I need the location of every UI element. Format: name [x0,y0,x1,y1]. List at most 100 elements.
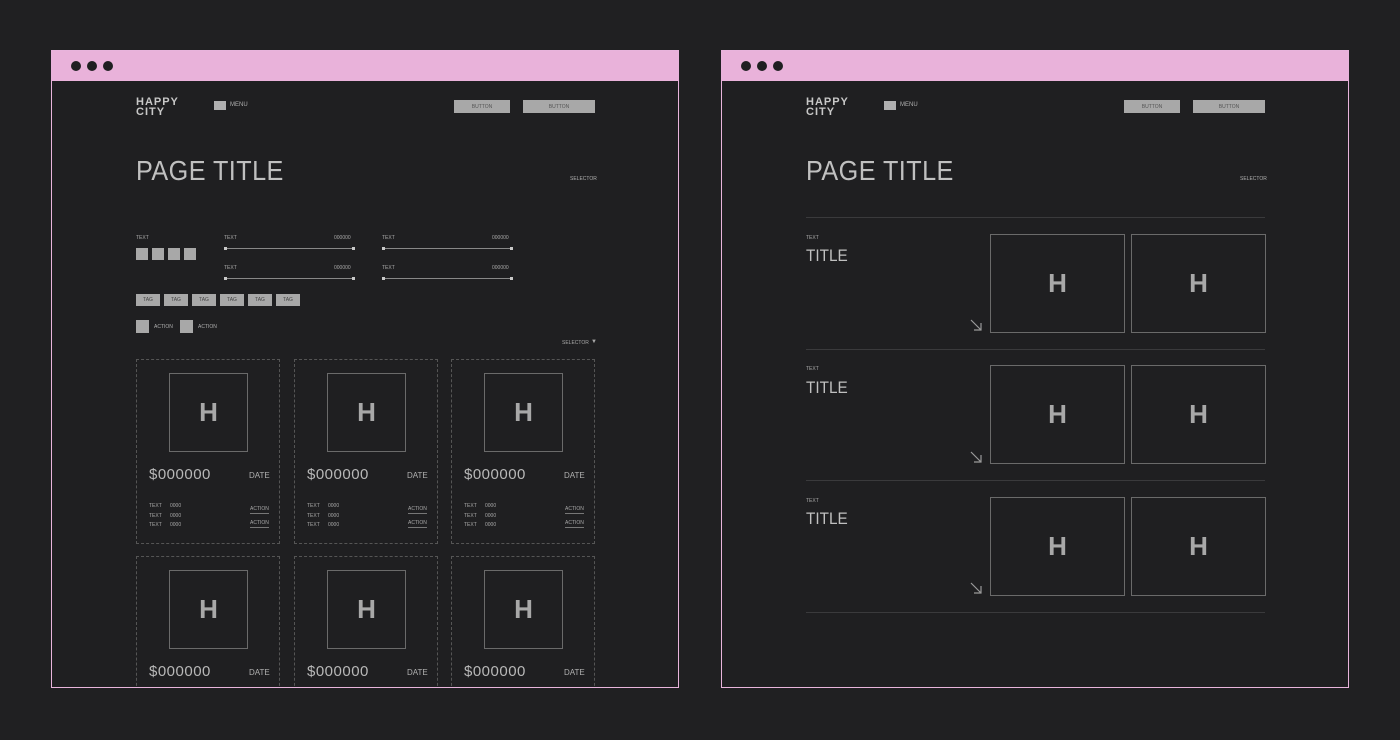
listing-card[interactable]: H $000000 DATE TEXT 0000 TEXT 0000 TEXT … [136,359,280,544]
tag-chip[interactable]: TAG [248,294,272,306]
card-action-link[interactable]: ACTION [408,520,427,528]
tag-chip[interactable]: TAG [136,294,160,306]
row-value: 0000 [485,513,497,519]
image-placeholder: H [327,373,406,452]
window-control-dot[interactable] [71,61,81,71]
menu-label[interactable]: MENU [230,102,248,108]
action-checkbox[interactable] [136,320,149,333]
slider-handle[interactable] [352,247,355,250]
row-label: TEXT [464,503,477,509]
slider-handle[interactable] [510,247,513,250]
section-title: TITLE [806,509,848,528]
listing-card[interactable]: H $000000 DATE [294,556,438,687]
swatch-option[interactable] [152,248,164,260]
listing-card[interactable]: H $000000 DATE [451,556,595,687]
section-title: TITLE [806,246,848,265]
card-action-link[interactable]: ACTION [565,506,584,514]
image-placeholder: H [990,365,1125,464]
card-date: DATE [249,471,270,480]
window-titlebar [52,51,678,81]
listing-card[interactable]: H $000000 DATE TEXT 0000 TEXT 0000 TEXT … [294,359,438,544]
swatch-label: TEXT [136,235,149,241]
window-control-dot[interactable] [87,61,97,71]
header-button-2[interactable]: BUTTON [523,100,595,113]
range-slider-track[interactable] [225,278,355,279]
action-checkbox[interactable] [180,320,193,333]
row-value: 0000 [328,513,340,519]
image-placeholder: H [484,570,563,649]
section-title: TITLE [806,378,848,397]
card-action-link[interactable]: ACTION [408,506,427,514]
card-action-link[interactable]: ACTION [250,506,269,514]
range-slider-track[interactable] [383,278,513,279]
menu-icon[interactable] [214,101,226,110]
slider-label: TEXT [224,235,237,241]
slider-label: TEXT [224,265,237,271]
card-date: DATE [249,668,270,677]
row-label: TEXT [149,503,162,509]
logo-line-2: CITY [806,106,836,118]
card-action-link[interactable]: ACTION [565,520,584,528]
logo[interactable]: HAPPY CITY [136,97,179,118]
card-price: $000000 [464,663,526,680]
page-selector[interactable]: SELECTOR [570,176,597,182]
card-date: DATE [407,668,428,677]
range-slider-track[interactable] [383,248,513,249]
row-value: 0000 [485,522,497,528]
slider-handle[interactable] [224,247,227,250]
row-label: TEXT [307,503,320,509]
action-label[interactable]: ACTION [154,324,173,330]
row-label: TEXT [149,522,162,528]
menu-label[interactable]: MENU [900,102,918,108]
slider-value: 000000 [492,265,509,271]
listing-card[interactable]: H $000000 DATE TEXT 0000 TEXT 0000 TEXT … [451,359,595,544]
tag-chip[interactable]: TAG [164,294,188,306]
window-titlebar [722,51,1348,81]
header-button-1[interactable]: BUTTON [454,100,510,113]
arrow-down-right-icon[interactable] [969,318,983,332]
logo[interactable]: HAPPY CITY [806,97,849,118]
tag-chip[interactable]: TAG [220,294,244,306]
header-button-2[interactable]: BUTTON [1193,100,1265,113]
header-button-1[interactable]: BUTTON [1124,100,1180,113]
image-placeholder: H [990,497,1125,596]
range-slider-track[interactable] [225,248,355,249]
tag-chip[interactable]: TAG [276,294,300,306]
slider-value: 000000 [334,235,351,241]
swatch-option[interactable] [136,248,148,260]
image-placeholder: H [990,234,1125,333]
image-placeholder: H [169,570,248,649]
image-placeholder: H [327,570,406,649]
row-value: 0000 [170,503,182,509]
slider-handle[interactable] [352,277,355,280]
arrow-down-right-icon[interactable] [969,450,983,464]
chevron-down-icon[interactable]: ▼ [591,339,597,345]
swatch-option[interactable] [184,248,196,260]
row-value: 0000 [485,503,497,509]
swatch-option[interactable] [168,248,180,260]
section-eyebrow: TEXT [806,235,819,241]
slider-handle[interactable] [510,277,513,280]
menu-icon[interactable] [884,101,896,110]
image-placeholder: H [484,373,563,452]
row-value: 0000 [170,513,182,519]
card-action-link[interactable]: ACTION [250,520,269,528]
browser-window-right: HAPPY CITY MENU BUTTON BUTTON PAGE TITLE… [721,50,1349,688]
tag-chip[interactable]: TAG [192,294,216,306]
section-eyebrow: TEXT [806,366,819,372]
slider-handle[interactable] [382,247,385,250]
sort-selector[interactable]: SELECTOR [562,340,589,346]
window-control-dot[interactable] [103,61,113,71]
card-price: $000000 [149,663,211,680]
page-selector[interactable]: SELECTOR [1240,176,1267,182]
slider-handle[interactable] [224,277,227,280]
window-control-dot[interactable] [741,61,751,71]
action-label[interactable]: ACTION [198,324,217,330]
window-control-dot[interactable] [757,61,767,71]
divider [806,612,1265,613]
arrow-down-right-icon[interactable] [969,581,983,595]
row-label: TEXT [307,513,320,519]
listing-card[interactable]: H $000000 DATE [136,556,280,687]
window-control-dot[interactable] [773,61,783,71]
slider-handle[interactable] [382,277,385,280]
